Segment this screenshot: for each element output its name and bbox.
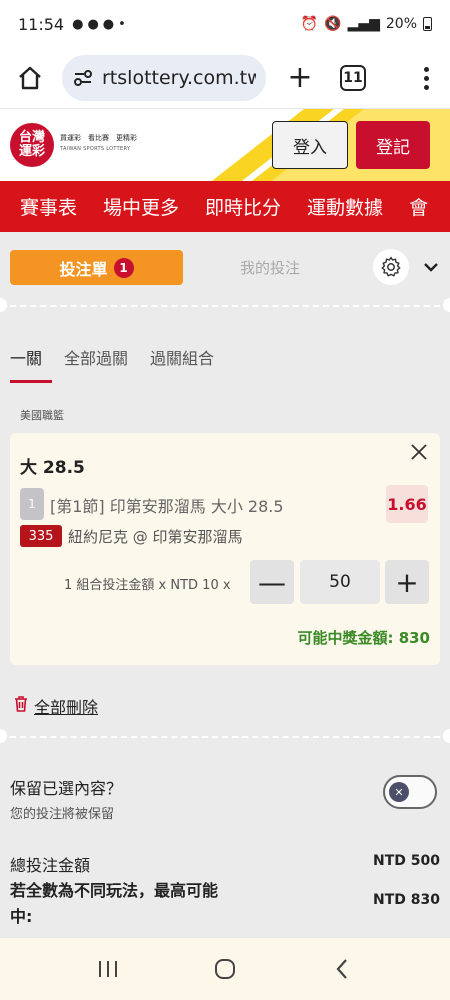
total-stake-label: 總投注金額	[10, 856, 91, 875]
winnings-label: 可能中獎金額:	[297, 629, 394, 647]
url-text: rtslottery.com.tw	[102, 67, 256, 89]
league-label: 美國職籃	[20, 409, 64, 422]
dot-icon: •	[118, 16, 126, 32]
bet-selection-title: 大 28.5	[20, 458, 85, 478]
tab-single[interactable]: 一關	[10, 345, 53, 383]
site-header: 台灣運彩 買運彩 看比賽 更精彩 TAIWAN SPORTS LOTTERY 登…	[0, 108, 450, 181]
notification-icon: ●	[72, 16, 84, 32]
browser-toolbar: rtslottery.com.tw + 11	[0, 48, 450, 108]
nav-item-sports-data[interactable]: 運動數據	[307, 193, 383, 220]
mute-icon: 🔇	[324, 16, 342, 32]
delete-all-button[interactable]: 全部刪除	[14, 694, 98, 718]
tagline-zh: 買運彩 看比賽 更精彩	[60, 134, 137, 142]
keep-selections: 保留已選內容？ 您的投注將被保留	[10, 775, 122, 822]
divider-notch	[443, 729, 450, 743]
notification-icons: ● ● ● •	[72, 17, 126, 32]
winnings-value: 830	[398, 629, 430, 647]
tagline-en: TAIWAN SPORTS LOTTERY	[60, 146, 131, 152]
battery-percent: 20%	[385, 16, 417, 32]
close-icon[interactable]	[410, 443, 428, 461]
divider-notch	[0, 298, 7, 312]
login-button[interactable]: 登入	[272, 121, 348, 169]
stake-label: 1 組合投注金額 x NTD 10 x	[64, 578, 231, 593]
total-stake-value: NTD 500	[373, 853, 440, 869]
back-icon[interactable]	[322, 949, 362, 989]
status-bar: 11:54 ● ● ● • ⏰ 🔇 ▂▄▆ 20%	[0, 0, 450, 48]
max-win-label: 若全數為不同玩法，最高可能中:	[10, 881, 219, 926]
notification-icon: ●	[87, 16, 99, 32]
new-tab-icon[interactable]: +	[284, 63, 316, 93]
odds-value: 1.66	[386, 485, 428, 523]
gear-icon[interactable]	[373, 249, 409, 285]
bet-type-tabs: 一關 全部過關 過關組合	[10, 345, 214, 383]
chevron-down-icon[interactable]	[422, 260, 440, 274]
system-icons: ⏰ 🔇 ▂▄▆ 20%	[301, 16, 432, 32]
system-navigation-bar	[0, 938, 450, 1000]
address-bar[interactable]: rtslottery.com.tw	[62, 55, 266, 101]
increase-stake-button[interactable]: +	[385, 560, 429, 604]
nav-item-member[interactable]: 會	[409, 193, 428, 220]
signal-icon: ▂▄▆	[347, 16, 380, 32]
keep-hint: 您的投注將被保留	[10, 807, 115, 822]
nav-item-live-score[interactable]: 即時比分	[205, 193, 281, 220]
divider	[0, 305, 450, 307]
home-icon[interactable]	[14, 62, 46, 94]
trash-icon	[14, 696, 28, 716]
match-name: 紐約尼克 @ 印第安那溜馬	[68, 528, 243, 546]
potential-winnings: 可能中獎金額: 830	[297, 627, 430, 648]
toggle-off-icon: ✕	[389, 782, 409, 802]
tab-parlay-combo[interactable]: 過關組合	[150, 345, 214, 369]
status-time: 11:54	[18, 14, 65, 34]
nav-item-more-ingame[interactable]: 場中更多	[103, 193, 179, 220]
tab-switcher-button[interactable]: 11	[340, 65, 366, 91]
game-number-badge: 335	[20, 525, 62, 547]
tab-my-bets[interactable]: 我的投注	[200, 250, 340, 285]
delete-all-label: 全部刪除	[34, 698, 99, 717]
tab-betslip-label: 投注單	[59, 259, 108, 279]
recent-apps-icon[interactable]	[88, 949, 128, 989]
more-menu-icon[interactable]	[416, 66, 436, 90]
logo-tagline: 買運彩 看比賽 更精彩 TAIWAN SPORTS LOTTERY	[60, 133, 137, 155]
register-button[interactable]: 登記	[356, 121, 430, 169]
bet-card: 大 28.5 1 [第1節] 印第安那溜馬 大小 28.5 1.66 335 紐…	[10, 433, 440, 665]
divider-notch	[0, 729, 7, 743]
plus-icon: +	[395, 565, 419, 599]
keep-question: 保留已選內容？	[10, 779, 123, 798]
divider	[0, 736, 450, 738]
notification-icon: ●	[102, 16, 115, 32]
keep-selections-toggle[interactable]: ✕	[383, 775, 437, 809]
tab-betslip[interactable]: 投注單 1	[10, 250, 183, 285]
tab-all-parlay[interactable]: 全部過關	[64, 345, 128, 369]
divider-notch	[443, 298, 450, 312]
home-button-icon[interactable]	[205, 949, 245, 989]
betslip-count-badge: 1	[113, 257, 134, 278]
nav-item-schedule[interactable]: 賽事表	[20, 193, 77, 220]
minus-icon: —	[258, 565, 286, 599]
main-nav: 賽事表 場中更多 即時比分 運動數據 會	[0, 181, 450, 232]
site-logo[interactable]: 台灣運彩	[10, 123, 54, 167]
decrease-stake-button[interactable]: —	[250, 560, 294, 604]
site-settings-icon[interactable]	[72, 67, 94, 89]
logo-text: 台灣運彩	[18, 130, 45, 159]
bet-market: [第1節] 印第安那溜馬 大小 28.5	[50, 497, 284, 516]
stake-input[interactable]	[300, 560, 380, 604]
alarm-icon: ⏰	[300, 16, 319, 32]
bet-index-badge: 1	[20, 488, 44, 520]
battery-icon	[423, 17, 432, 31]
max-win-value: NTD 830	[373, 892, 440, 908]
